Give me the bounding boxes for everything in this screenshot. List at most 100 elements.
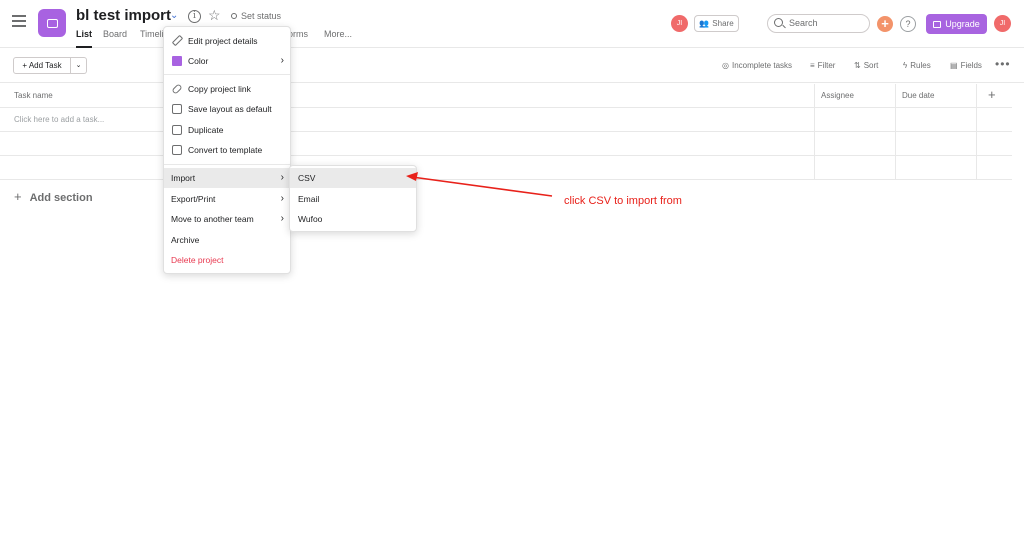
row-divider <box>0 131 1012 132</box>
chevron-right-icon: › <box>280 172 284 183</box>
menu-item-color[interactable]: Color › <box>164 51 290 71</box>
annotation-text: click CSV to import from <box>564 195 682 207</box>
project-title[interactable]: bl test import <box>76 7 171 24</box>
menu-item-save-layout[interactable]: Save layout as default <box>164 99 290 119</box>
fields-icon: ▤ <box>950 61 958 70</box>
tab-list[interactable]: List <box>76 29 92 39</box>
menu-item-edit-project-details[interactable]: Edit project details <box>164 31 290 51</box>
share-label: Share <box>712 19 734 28</box>
add-column-button[interactable]: + <box>988 87 996 102</box>
search-placeholder: Search <box>789 18 818 28</box>
column-divider <box>814 84 815 180</box>
menu-item-convert-to-template[interactable]: Convert to template <box>164 140 290 160</box>
add-task-dropdown[interactable]: ⌄ <box>71 57 87 74</box>
project-header: bl test import ⌄ i ☆ Set status List Boa… <box>0 0 1024 48</box>
search-icon <box>774 18 783 27</box>
chevron-right-icon: › <box>280 55 284 66</box>
menu-item-delete-project[interactable]: Delete project <box>164 250 290 270</box>
duplicate-icon <box>172 125 182 135</box>
submenu-item-email[interactable]: Email <box>290 189 416 209</box>
gift-icon <box>933 20 942 28</box>
add-task-inline[interactable]: Click here to add a task... <box>14 115 104 124</box>
project-options-menu: Edit project details Color › Copy projec… <box>163 26 291 274</box>
upgrade-button[interactable]: Upgrade <box>926 14 987 34</box>
fields-button[interactable]: ▤ Fields <box>950 61 982 70</box>
tab-timeline[interactable]: Timeli <box>140 29 164 39</box>
annotation-arrow <box>406 172 553 197</box>
add-section-label: Add section <box>29 192 93 204</box>
more-options-icon[interactable]: ••• <box>995 57 1011 71</box>
rules-label: Rules <box>910 61 931 70</box>
sort-button[interactable]: ⇅ Sort <box>854 61 878 70</box>
menu-item-export-print[interactable]: Export/Print › <box>164 189 290 209</box>
search-input[interactable]: Search <box>767 14 870 33</box>
quick-add-button[interactable]: + <box>877 16 893 32</box>
share-button[interactable]: 👥 Share <box>694 15 739 32</box>
menu-item-label: Convert to template <box>188 145 263 155</box>
hamburger-menu-icon[interactable] <box>12 15 26 27</box>
help-button[interactable]: ? <box>900 16 916 32</box>
pencil-icon <box>171 34 184 47</box>
menu-item-copy-project-link[interactable]: Copy project link <box>164 79 290 99</box>
incomplete-tasks-button[interactable]: ◎ Incomplete tasks <box>722 61 792 70</box>
chevron-down-icon[interactable]: ⌄ <box>170 10 178 21</box>
color-swatch-icon <box>172 56 182 66</box>
chevron-right-icon: › <box>280 213 284 224</box>
filter-icon: ≡ <box>810 61 815 70</box>
column-header-assignee[interactable]: Assignee <box>821 84 895 108</box>
menu-item-label: Export/Print <box>171 194 216 204</box>
import-submenu: CSV Email Wufoo <box>289 165 417 232</box>
avatar[interactable]: JI <box>671 15 688 32</box>
layout-icon <box>172 104 182 114</box>
menu-separator <box>164 164 290 165</box>
add-section-button[interactable]: + Add section <box>14 189 93 204</box>
column-header-due-date[interactable]: Due date <box>902 84 976 108</box>
set-status-label: Set status <box>241 11 282 21</box>
tab-board[interactable]: Board <box>103 29 127 39</box>
menu-item-label: Move to another team <box>171 214 254 224</box>
upgrade-label: Upgrade <box>945 19 980 29</box>
user-avatar[interactable]: JI <box>994 15 1011 32</box>
star-icon[interactable]: ☆ <box>208 7 221 24</box>
fields-label: Fields <box>960 61 982 70</box>
menu-separator <box>164 74 290 75</box>
column-divider <box>895 84 896 180</box>
tab-forms[interactable]: orms <box>288 29 308 39</box>
tab-more[interactable]: More... <box>324 29 352 39</box>
lightning-icon: ϟ <box>903 61 908 70</box>
menu-item-move-to-another-team[interactable]: Move to another team › <box>164 209 290 229</box>
project-icon <box>38 9 66 37</box>
link-icon <box>171 83 183 95</box>
column-header-task-name[interactable]: Task name <box>14 84 814 108</box>
add-task-button[interactable]: + Add Task <box>13 57 71 74</box>
menu-item-label: Color <box>188 56 209 66</box>
submenu-item-wufoo[interactable]: Wufoo <box>290 209 416 229</box>
menu-item-label: Save layout as default <box>188 104 272 114</box>
menu-item-duplicate[interactable]: Duplicate <box>164 120 290 140</box>
info-icon[interactable]: i <box>188 10 201 23</box>
row-divider <box>0 155 1012 156</box>
menu-item-label: Archive <box>171 235 200 245</box>
set-status-button[interactable]: Set status <box>231 11 281 21</box>
filter-button[interactable]: ≡ Filter <box>810 61 835 70</box>
active-tab-indicator <box>76 46 92 48</box>
sort-icon: ⇅ <box>854 61 861 70</box>
sort-label: Sort <box>863 61 879 70</box>
menu-item-label: Import <box>171 173 196 183</box>
chevron-right-icon: › <box>280 193 284 204</box>
people-icon: 👥 <box>699 19 710 28</box>
filter-label: Filter <box>817 61 836 70</box>
menu-item-label: Delete project <box>171 255 224 265</box>
submenu-item-csv[interactable]: CSV <box>290 168 416 188</box>
row-divider <box>0 107 1012 108</box>
menu-item-label: Copy project link <box>188 84 251 94</box>
check-circle-icon: ◎ <box>722 61 729 70</box>
incomplete-tasks-label: Incomplete tasks <box>731 61 793 70</box>
template-icon <box>172 145 182 155</box>
rules-button[interactable]: ϟ Rules <box>903 61 931 70</box>
menu-item-import[interactable]: Import › <box>164 168 290 188</box>
toolbar: + Add Task ⌄ ◎ Incomplete tasks ≡ Filter ⇅… <box>0 49 1024 83</box>
menu-item-label: Edit project details <box>188 36 258 46</box>
plus-icon: + <box>14 189 22 204</box>
menu-item-archive[interactable]: Archive <box>164 230 290 250</box>
